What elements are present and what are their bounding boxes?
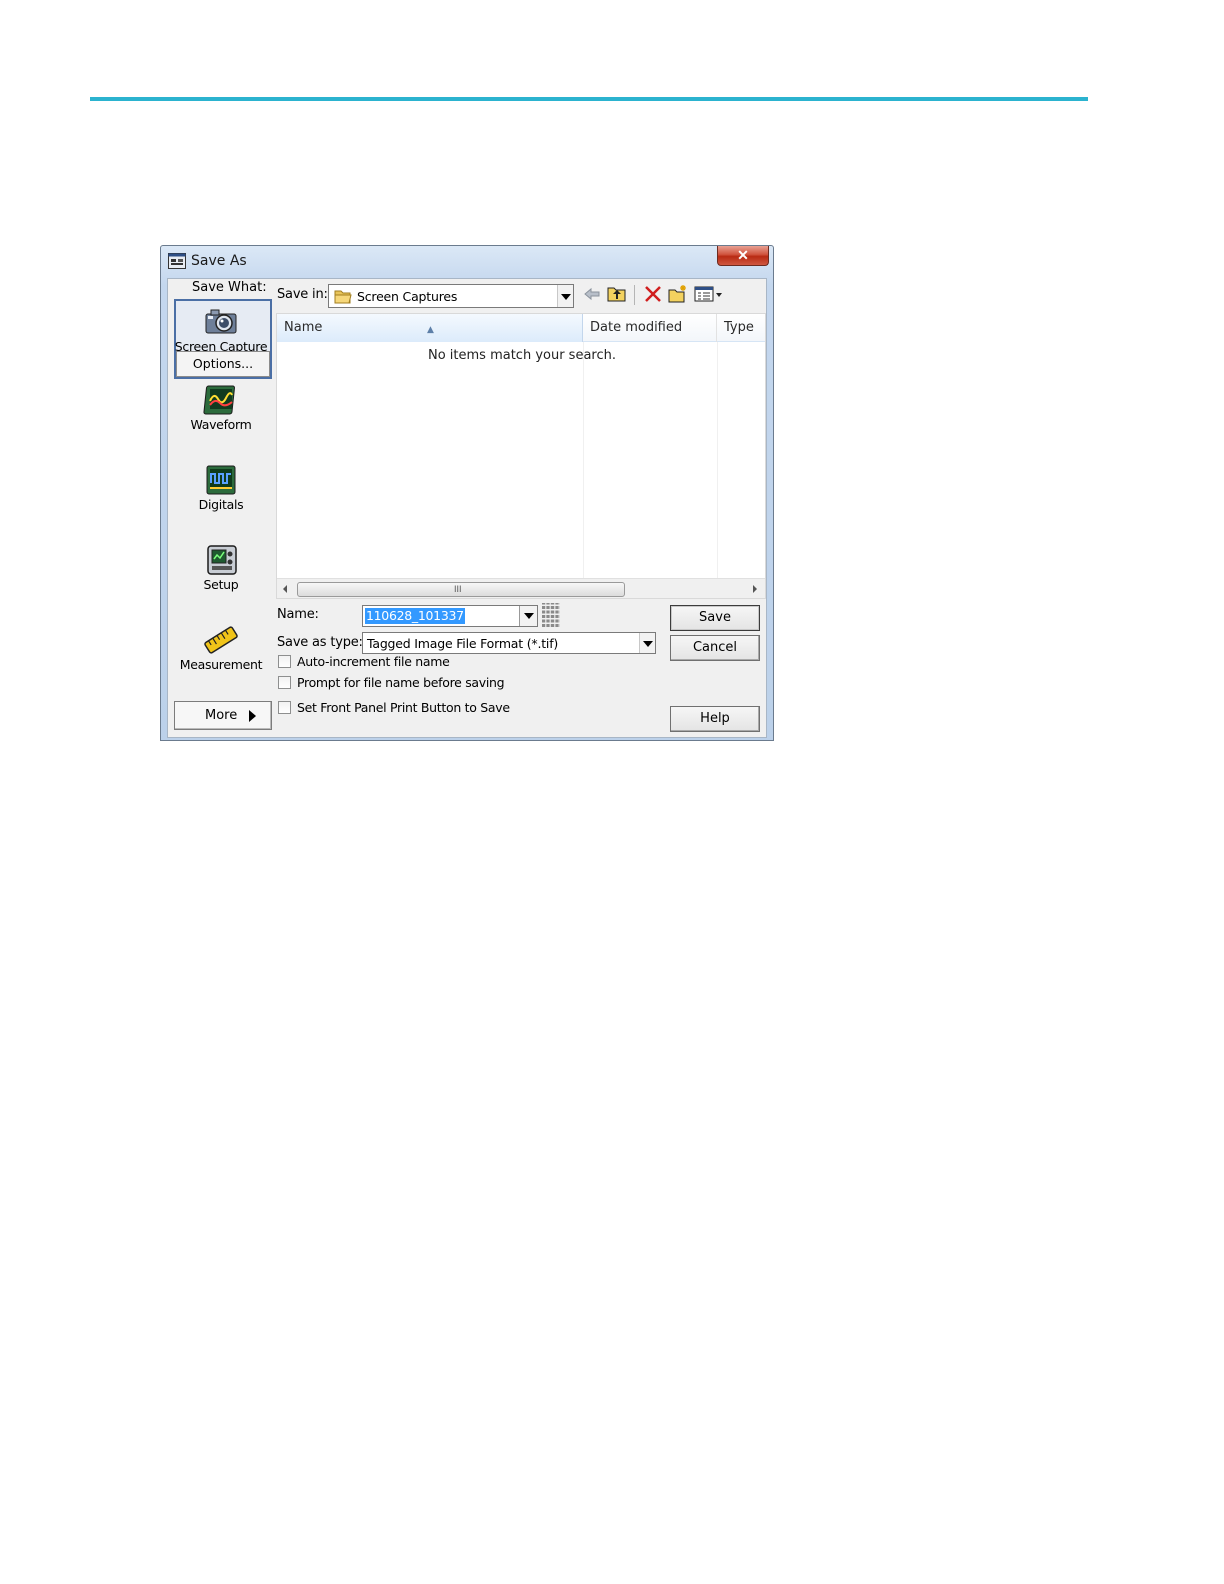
folder-icon <box>334 290 352 304</box>
save-in-value: Screen Captures <box>357 289 458 304</box>
toolbar-divider <box>634 285 635 305</box>
horizontal-scrollbar[interactable]: III <box>277 578 765 598</box>
front-panel-print-label: Set Front Panel Print Button to Save <box>297 700 510 715</box>
save-what-waveform[interactable]: Waveform <box>168 383 274 432</box>
save-what-label-setup: Setup <box>203 577 239 592</box>
save-what-screen-capture[interactable]: Screen Capture <box>168 305 274 354</box>
dialog-title: Save As <box>191 253 247 269</box>
more-button-label: More <box>205 708 238 723</box>
page-top-rule <box>90 97 1088 101</box>
view-menu-icon[interactable] <box>694 284 724 304</box>
measurement-ruler-icon <box>204 626 238 654</box>
back-arrow-icon[interactable] <box>582 284 602 304</box>
auto-increment-label: Auto-increment file name <box>297 654 450 669</box>
save-as-type-combo[interactable]: Tagged Image File Format (*.tif) <box>362 632 656 654</box>
column-divider <box>583 342 584 578</box>
delete-icon[interactable] <box>643 284 663 304</box>
save-as-dialog: Save As ✕ Save What: Screen Capture Opti… <box>160 245 774 741</box>
column-name-label: Name <box>284 320 323 335</box>
digitals-icon <box>206 465 236 495</box>
save-as-type-label: Save as type: <box>277 635 363 650</box>
file-name-value: 110628_101337 <box>365 608 465 624</box>
prompt-for-name-label: Prompt for file name before saving <box>297 675 505 690</box>
file-name-input[interactable]: 110628_101337 <box>362 605 538 627</box>
auto-increment-checkbox[interactable] <box>278 655 291 668</box>
save-as-type-value: Tagged Image File Format (*.tif) <box>367 636 559 651</box>
camera-icon <box>205 309 237 334</box>
more-button[interactable]: More <box>174 701 272 730</box>
save-in-label: Save in: <box>277 287 328 302</box>
title-bar[interactable]: Save As ✕ <box>161 246 773 278</box>
save-button[interactable]: Save <box>670 605 760 631</box>
save-what-panel: Save What: Screen Capture Options... Wav… <box>168 279 272 737</box>
save-what-label-digitals: Digitals <box>198 497 244 512</box>
save-in-combo[interactable]: Screen Captures <box>328 284 574 308</box>
save-what-measurement[interactable]: Measurement <box>168 623 274 672</box>
chevron-down-icon[interactable] <box>639 633 655 653</box>
scrollbar-thumb[interactable]: III <box>297 582 625 597</box>
save-what-label-measurement: Measurement <box>179 657 263 672</box>
file-list-header: Name ▲ Date modified Type <box>277 314 765 342</box>
waveform-icon <box>203 385 235 415</box>
scroll-right-icon[interactable] <box>753 585 757 593</box>
file-list[interactable]: Name ▲ Date modified Type No items match… <box>276 313 766 599</box>
chevron-down-icon[interactable] <box>557 285 573 307</box>
close-button[interactable]: ✕ <box>717 246 769 266</box>
close-icon: ✕ <box>737 247 749 263</box>
save-what-label-waveform: Waveform <box>190 417 252 432</box>
column-type-label: Type <box>724 320 754 335</box>
scroll-left-icon[interactable] <box>283 585 287 593</box>
empty-list-message: No items match your search. <box>427 348 616 363</box>
chevron-down-icon[interactable] <box>519 606 537 626</box>
scrollbar-grip: III <box>454 584 462 594</box>
keypad-icon[interactable] <box>542 603 560 627</box>
up-folder-icon[interactable] <box>607 284 627 304</box>
triangle-right-icon <box>249 710 256 722</box>
prompt-for-name-checkbox[interactable] <box>278 676 291 689</box>
save-what-label: Save What: <box>192 280 267 295</box>
cancel-button[interactable]: Cancel <box>670 635 760 661</box>
help-button[interactable]: Help <box>670 706 760 732</box>
save-what-setup[interactable]: Setup <box>168 543 274 592</box>
name-label: Name: <box>277 607 319 622</box>
setup-icon <box>207 545 237 575</box>
sort-ascending-icon: ▲ <box>427 325 434 335</box>
front-panel-print-checkbox[interactable] <box>278 701 291 714</box>
options-button[interactable]: Options... <box>176 351 270 377</box>
window-app-icon <box>168 253 186 269</box>
dialog-client-area: Save What: Screen Capture Options... Wav… <box>167 278 767 738</box>
column-date-label: Date modified <box>590 320 683 335</box>
save-what-digitals[interactable]: Digitals <box>168 463 274 512</box>
column-header-type[interactable]: Type <box>717 314 765 342</box>
column-header-name[interactable]: Name ▲ <box>277 314 583 342</box>
new-folder-icon[interactable] <box>668 284 688 304</box>
column-header-date-modified[interactable]: Date modified <box>583 314 717 342</box>
column-divider <box>717 342 718 578</box>
